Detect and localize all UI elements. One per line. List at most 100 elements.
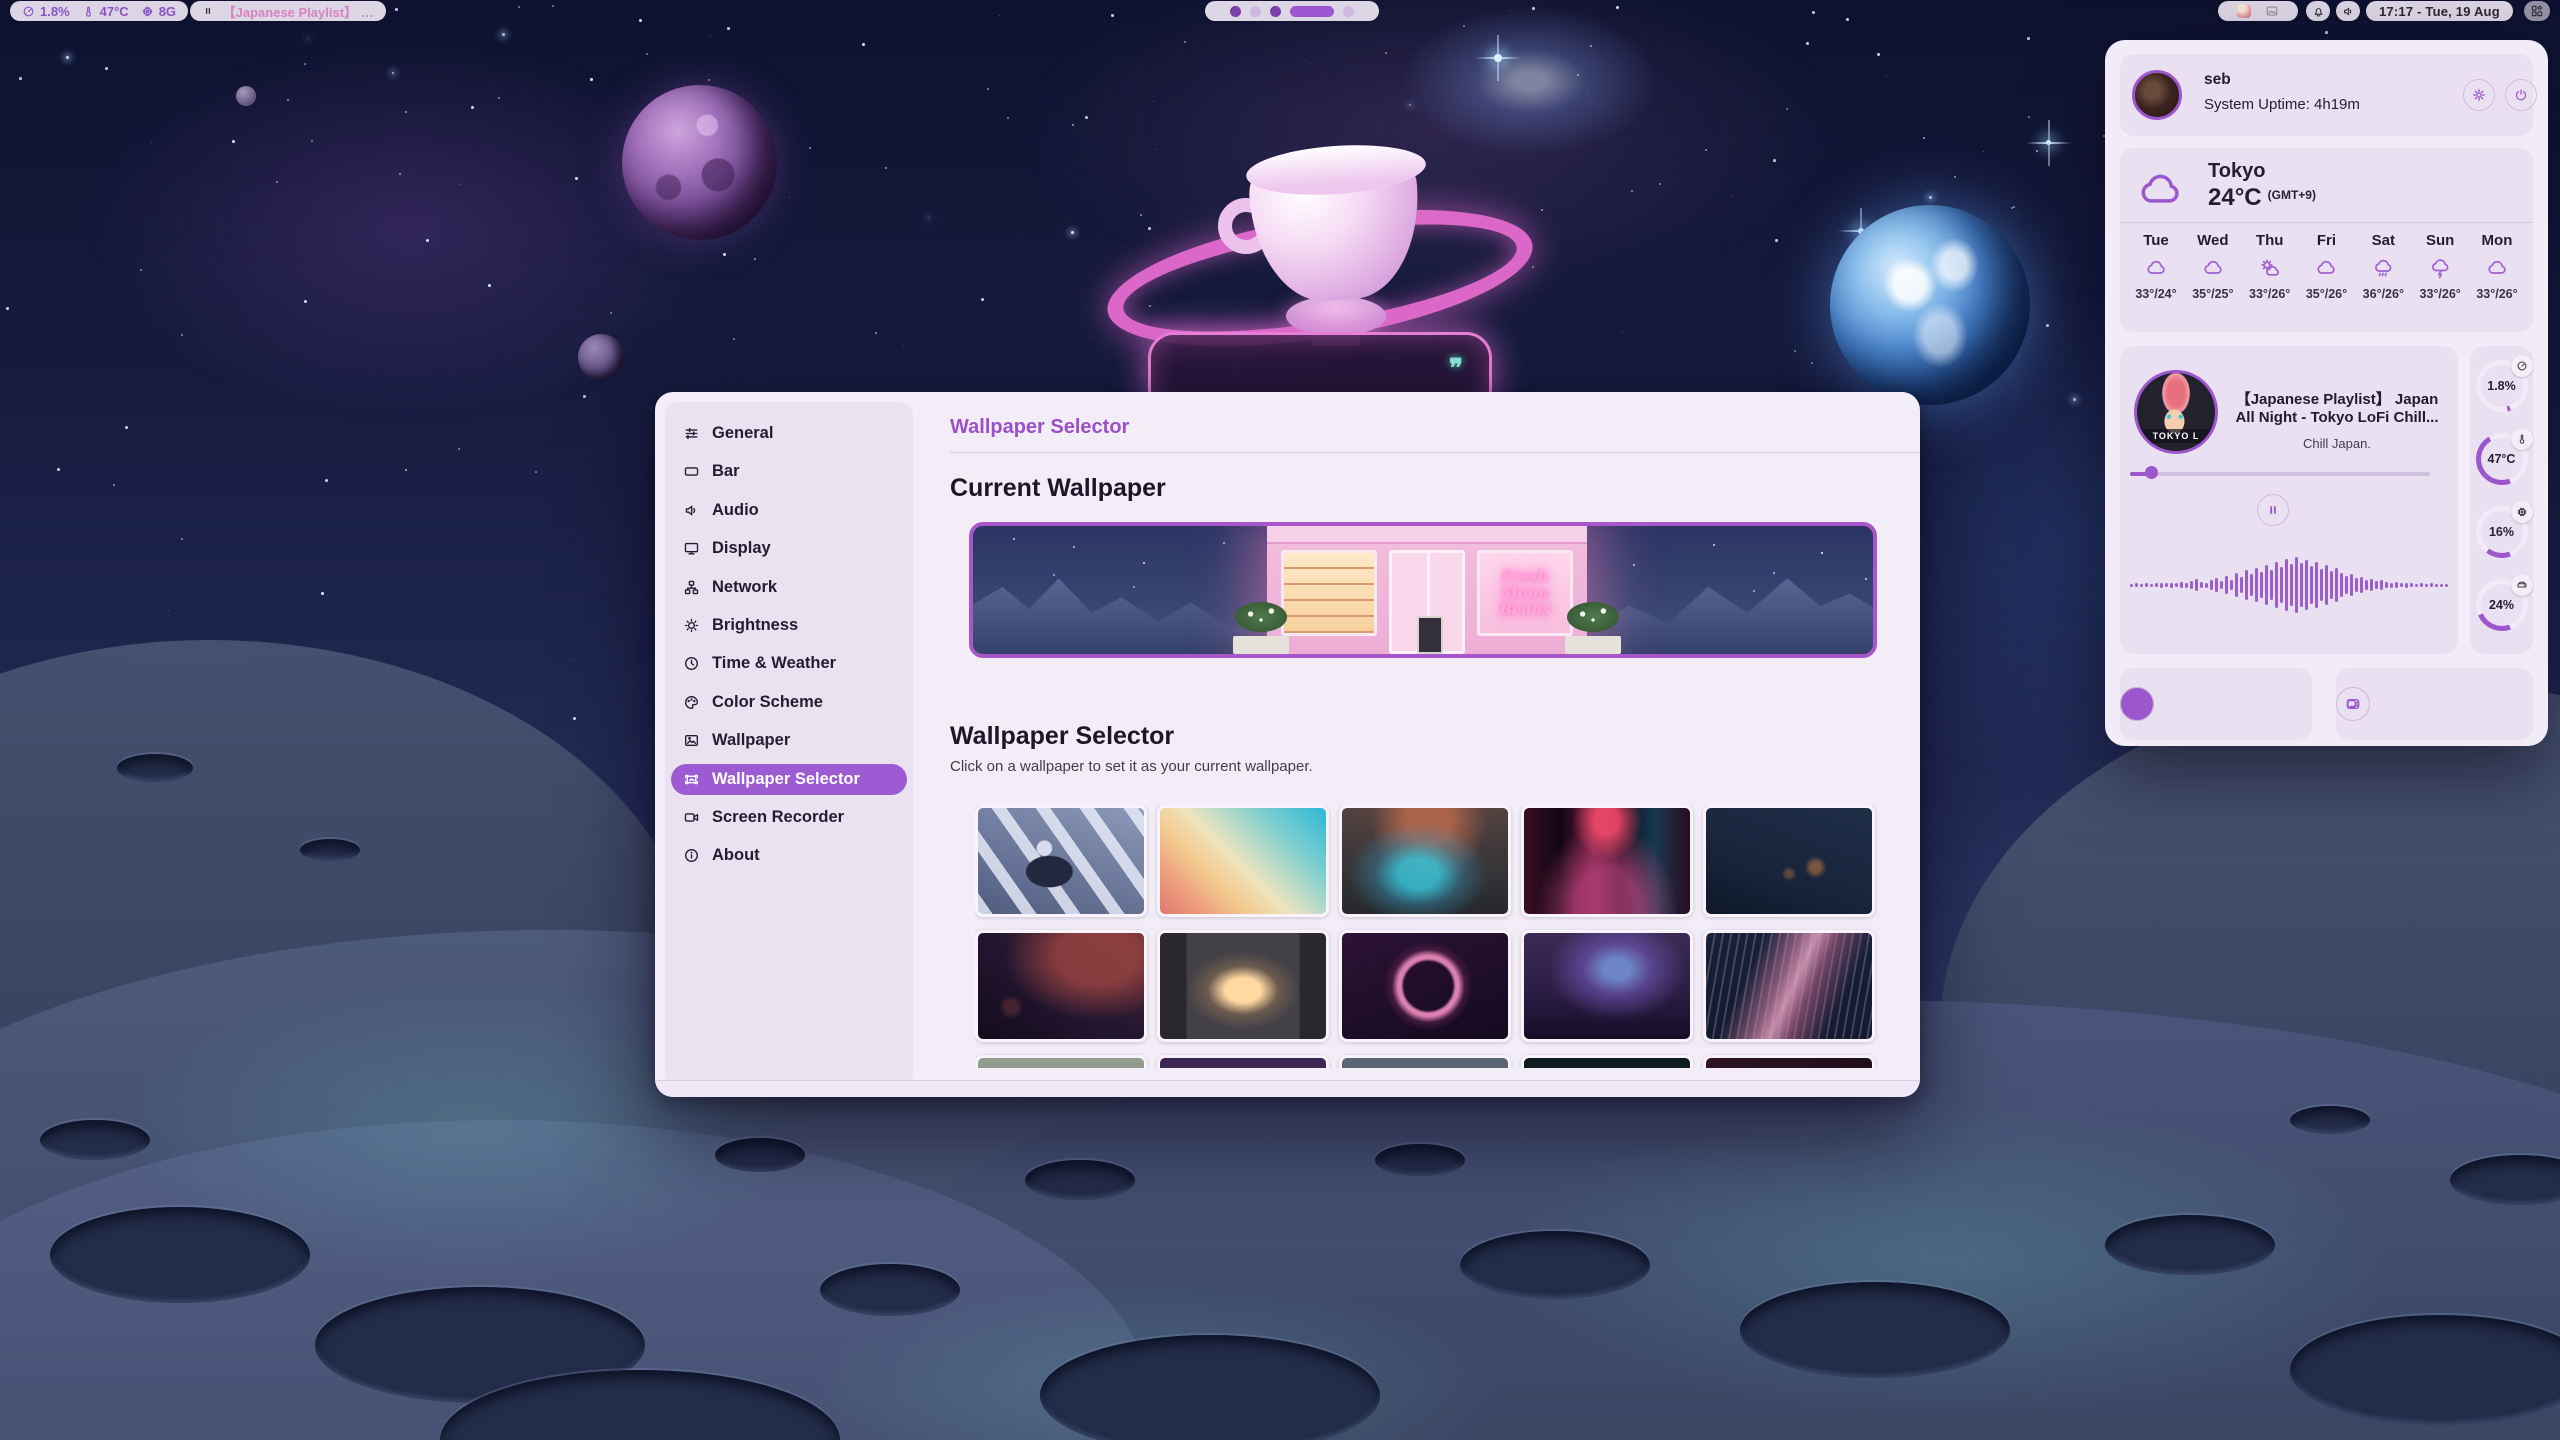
dashboard-button[interactable]: [2524, 1, 2550, 21]
slider-knob[interactable]: [2145, 466, 2158, 479]
earth-planet: [1830, 205, 2030, 405]
tray-app-icon[interactable]: [2237, 4, 2251, 18]
workspace-dot[interactable]: [1250, 6, 1261, 17]
stat-ring: 1.8%: [2476, 360, 2528, 412]
stat-ring: 47°C: [2476, 433, 2528, 485]
workspace-dot[interactable]: [1290, 6, 1334, 17]
moon-crater: [1740, 1282, 2010, 1378]
media-pill[interactable]: 【Japanese Playlist】 J...: [190, 1, 386, 21]
sidebar-item-Wallpaper[interactable]: Wallpaper: [671, 725, 907, 756]
volume-button[interactable]: [2336, 1, 2360, 21]
sidebar-item-General[interactable]: General: [671, 418, 907, 449]
capture-icon-screenshot: [2345, 696, 2361, 712]
wallpaper-thumbnail: [1524, 933, 1690, 1039]
forecast-temps: 33°/26°: [2249, 287, 2290, 301]
stat-item: 47°C: [82, 4, 129, 19]
wallpaper-tile-ember-ruins[interactable]: [975, 930, 1147, 1042]
current-wallpaper-preview: Fresh Moon Beans: [969, 522, 1877, 658]
workspace-dot[interactable]: [1270, 6, 1281, 17]
sidebar-item-Network[interactable]: Network: [671, 572, 907, 603]
sidebar-item-Bar[interactable]: Bar: [671, 456, 907, 487]
wallpaper-tile-slate-grey[interactable]: [1339, 1055, 1511, 1068]
stat-value: 1.8%: [40, 4, 70, 19]
clock-label: 17:17 - Tue, 19 Aug: [2379, 4, 2500, 19]
forecast-temps: 35°/26°: [2306, 287, 2347, 301]
selector-heading: Wallpaper Selector: [950, 722, 1174, 751]
wallpaper-tile-snowy-night-village[interactable]: [1703, 805, 1875, 917]
sidebar-item-Wallpaper Selector[interactable]: Wallpaper Selector: [671, 764, 907, 795]
sidebar-item-About[interactable]: About: [671, 840, 907, 871]
wallpaper-tile-dark-maroon[interactable]: [1703, 1055, 1875, 1068]
forecast-temps: 33°/26°: [2420, 287, 2461, 301]
settings-sidebar: General Bar Audio Display Network Bright…: [665, 402, 913, 1087]
forecast-day-Sat: Sat 36°/26°: [2357, 232, 2409, 301]
dashboard-icon: [2530, 4, 2544, 18]
wallpaper-thumbnail: [1706, 808, 1872, 914]
power-button[interactable]: [2505, 79, 2537, 111]
cafe-planter: [1233, 614, 1289, 654]
workspace-indicator: [1205, 1, 1379, 21]
wallpaper-thumbnail: [1342, 1058, 1508, 1068]
workspace-dot[interactable]: [1343, 6, 1354, 17]
sidebar-item-label: Screen Recorder: [712, 808, 844, 827]
wallpaper-tile-neon-arcade-alley[interactable]: [1521, 805, 1693, 917]
tray-image-icon[interactable]: [2265, 4, 2279, 18]
stat-icon-chip-icon: [141, 5, 154, 18]
wallpaper-tile-lofi-coffee-shop[interactable]: [1157, 930, 1329, 1042]
wallpaper-thumbnail: [1342, 933, 1508, 1039]
stat-ring: 24%: [2476, 579, 2528, 631]
forecast-icon-Thu: [2258, 256, 2282, 280]
wallpaper-thumbnail: [978, 1058, 1144, 1068]
power-icon: [2513, 87, 2529, 103]
sidebar-item-label: Bar: [712, 462, 740, 481]
forecast-day-name: Wed: [2197, 232, 2228, 249]
bell-icon: [2312, 5, 2325, 18]
divider: [2120, 222, 2533, 223]
speaker-icon: [2342, 5, 2355, 18]
sidebar-item-Display[interactable]: Display: [671, 533, 907, 564]
moon-crater: [820, 1264, 960, 1316]
sidebar-item-label: Color Scheme: [712, 693, 823, 712]
workspace-dot[interactable]: [1230, 6, 1241, 17]
forecast-day-name: Sun: [2426, 232, 2454, 249]
album-art: TOKYO L: [2134, 370, 2218, 454]
wallpaper-tile-sage-abstract[interactable]: [975, 1055, 1147, 1068]
window-title: Wallpaper Selector: [950, 416, 1129, 439]
profile-icon-power-saver: [2129, 696, 2145, 712]
sidebar-item-label: About: [712, 846, 760, 865]
wallpaper-tile-pastel-gradient[interactable]: [1157, 805, 1329, 917]
wallpaper-thumbnail: [1524, 808, 1690, 914]
sidebar-item-label: Audio: [712, 501, 759, 520]
pause-button[interactable]: [2257, 494, 2289, 526]
profile-button-power-saver[interactable]: [2120, 687, 2154, 721]
clock[interactable]: 17:17 - Tue, 19 Aug: [2366, 1, 2513, 21]
slider-track: [2130, 472, 2430, 476]
notifications-button[interactable]: [2306, 1, 2330, 21]
forecast-temps: 33°/24°: [2135, 287, 2176, 301]
system-stats-pill[interactable]: 1.8% 47°C 8G: [10, 1, 188, 21]
weather-forecast: Tue 33°/24° Wed 35°/25° Thu 33°/26° Fri: [2130, 232, 2523, 301]
settings-button[interactable]: [2463, 79, 2495, 111]
forecast-day-Sun: Sun 33°/26°: [2414, 232, 2466, 301]
wallpaper-tile-nebula-forest[interactable]: [1521, 930, 1693, 1042]
moon-crater: [300, 839, 360, 861]
wallpaper-tile-dark-teal[interactable]: [1521, 1055, 1693, 1068]
capture-button-screenshot[interactable]: [2336, 687, 2370, 721]
preview-cafe: Fresh Moon Beans: [1267, 526, 1587, 654]
sidebar-item-Screen Recorder[interactable]: Screen Recorder: [671, 802, 907, 833]
cafe-window-right: Fresh Moon Beans: [1477, 550, 1573, 636]
wallpaper-tile-blossom-night[interactable]: [1157, 1055, 1329, 1068]
wallpaper-tile-anime-girl-crosswalk[interactable]: [975, 805, 1147, 917]
sidebar-item-Color Scheme[interactable]: Color Scheme: [671, 687, 907, 718]
wallpaper-tile-pink-ring-nebula[interactable]: [1339, 930, 1511, 1042]
sidebar-item-Brightness[interactable]: Brightness: [671, 610, 907, 641]
wallpaper-tile-pink-mesh-wave[interactable]: [1703, 930, 1875, 1042]
side-panel: seb System Uptime: 4h19m Tokyo 24°C(GMT+…: [2105, 40, 2548, 746]
sidebar-item-Time & Weather[interactable]: Time & Weather: [671, 648, 907, 679]
seek-slider[interactable]: [2130, 466, 2430, 480]
sidebar-item-Audio[interactable]: Audio: [671, 495, 907, 526]
moon-crater: [2290, 1106, 2370, 1134]
wallpaper-tile-teal-glow-abstract[interactable]: [1339, 805, 1511, 917]
sidebar-icon-Display: [683, 540, 700, 557]
weather-temp: 24°C(GMT+9): [2208, 184, 2316, 212]
